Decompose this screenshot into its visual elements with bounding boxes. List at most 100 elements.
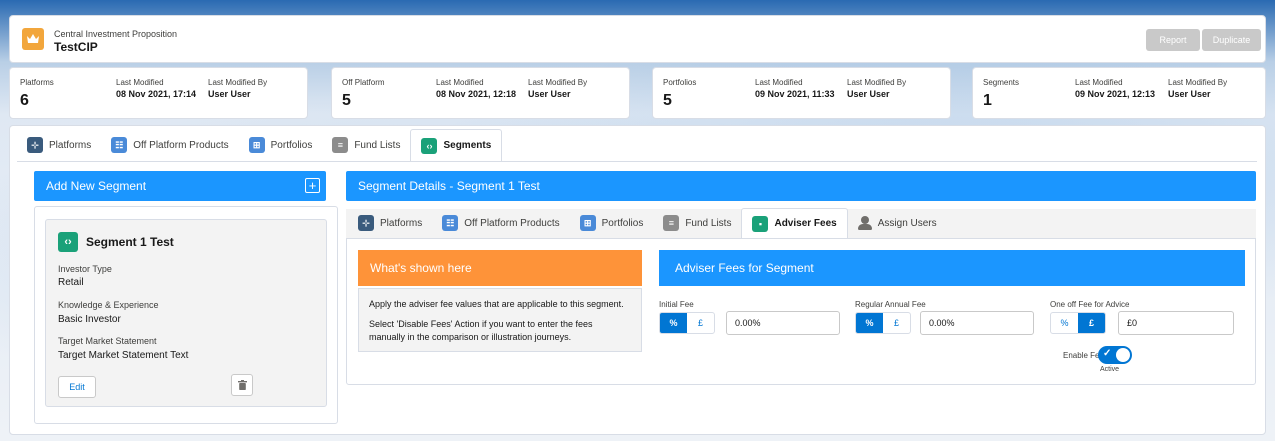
- check-icon: ✓: [1103, 348, 1112, 359]
- inner-tabbar: ⊹ Platforms ☷ Off Platform Products ⊞ Po…: [346, 208, 1256, 239]
- segment-name[interactable]: Segment 1 Test: [86, 235, 174, 249]
- inner-tab-platforms[interactable]: ⊹ Platforms: [346, 208, 432, 238]
- report-button[interactable]: Report: [1146, 29, 1200, 51]
- modified-value: 09 Nov 2021, 12:13: [1075, 89, 1156, 99]
- delete-button[interactable]: [231, 374, 253, 396]
- investor-type-label: Investor Type: [58, 264, 112, 274]
- toggle-knob: [1116, 348, 1130, 362]
- record-type: Central Investment Proposition: [54, 29, 178, 39]
- record-header: Central Investment Proposition TestCIP R…: [9, 15, 1266, 63]
- tab-fund-lists[interactable]: ≡ Fund Lists: [322, 129, 410, 161]
- edit-button[interactable]: Edit: [58, 376, 96, 398]
- platform-icon: ⊹: [27, 137, 43, 153]
- inner-tab-assign-users[interactable]: Assign Users: [848, 208, 947, 238]
- knowledge-label: Knowledge & Experience: [58, 300, 159, 310]
- modified-by-value: User User: [1168, 89, 1211, 99]
- fees-header: Adviser Fees for Segment: [659, 250, 1245, 286]
- stat-label: Segments: [983, 78, 1020, 87]
- investor-type-value: Retail: [58, 277, 84, 288]
- tab-segments[interactable]: ‹› Segments: [410, 129, 503, 161]
- percent-option[interactable]: %: [1051, 313, 1078, 333]
- stat-card-off-platform: Off Platform 5 Last Modified 08 Nov 2021…: [331, 67, 630, 119]
- list-icon: ≡: [663, 215, 680, 231]
- initial-fee-label: Initial Fee: [659, 300, 694, 309]
- info-body: Apply the adviser fee values that are ap…: [358, 288, 642, 352]
- modified-by-label: Last Modified By: [1168, 78, 1228, 87]
- crown-icon: [22, 28, 44, 50]
- tab-label: Off Platform Products: [464, 217, 560, 229]
- user-icon: [857, 216, 872, 230]
- percent-option[interactable]: %: [660, 313, 687, 333]
- inner-tab-adviser-fees[interactable]: ▪ Adviser Fees: [741, 208, 848, 238]
- modified-value: 08 Nov 2021, 17:14: [116, 89, 197, 99]
- modified-label: Last Modified: [116, 78, 164, 87]
- list-icon: ≡: [332, 137, 349, 153]
- initial-fee-unit-toggle: % £: [659, 312, 715, 334]
- portfolio-icon: ⊞: [579, 215, 596, 231]
- record-title: TestCIP: [54, 40, 98, 54]
- regular-fee-unit-toggle: % £: [855, 312, 911, 334]
- info-text: Apply the adviser fee values that are ap…: [369, 299, 624, 309]
- stat-value: 5: [342, 92, 351, 109]
- add-segment-title: Add New Segment: [46, 179, 147, 193]
- pound-option[interactable]: £: [687, 313, 714, 333]
- inner-tab-portfolios[interactable]: ⊞ Portfolios: [570, 208, 654, 238]
- regular-fee-input[interactable]: 0.00%: [920, 311, 1034, 335]
- initial-fee-input[interactable]: 0.00%: [726, 311, 840, 335]
- stat-label: Platforms: [20, 78, 54, 87]
- info-header: What's shown here: [358, 250, 642, 286]
- tab-platforms[interactable]: ⊹ Platforms: [17, 129, 101, 161]
- stat-card-portfolios: Portfolios 5 Last Modified 09 Nov 2021, …: [652, 67, 951, 119]
- oneoff-fee-unit-toggle: % £: [1050, 312, 1106, 334]
- oneoff-fee-label: One off Fee for Advice: [1050, 300, 1130, 309]
- knowledge-value: Basic Investor: [58, 314, 121, 325]
- enable-fees-toggle[interactable]: ✓: [1098, 346, 1132, 364]
- stat-card-platforms: Platforms 6 Last Modified 08 Nov 2021, 1…: [9, 67, 308, 119]
- modified-by-label: Last Modified By: [528, 78, 588, 87]
- tab-label: Segments: [443, 140, 492, 151]
- stat-label: Off Platform: [342, 78, 385, 87]
- money-icon: ▪: [752, 215, 769, 232]
- stat-card-segments: Segments 1 Last Modified 09 Nov 2021, 12…: [972, 67, 1266, 119]
- tab-label: Fund Lists: [685, 217, 732, 229]
- add-segment-bar: Add New Segment +: [34, 171, 326, 201]
- modified-by-value: User User: [847, 89, 890, 99]
- inner-tab-off-platform-products[interactable]: ☷ Off Platform Products: [432, 208, 569, 238]
- tab-portfolios[interactable]: ⊞ Portfolios: [239, 129, 323, 161]
- modified-label: Last Modified: [1075, 78, 1123, 87]
- tab-label: Portfolios: [601, 217, 644, 229]
- tab-label: Adviser Fees: [774, 218, 837, 229]
- arrows-icon: ‹›: [421, 137, 438, 154]
- stat-value: 5: [663, 92, 672, 109]
- stat-label: Portfolios: [663, 78, 697, 87]
- modified-label: Last Modified: [436, 78, 484, 87]
- tab-off-platform-products[interactable]: ☷ Off Platform Products: [101, 129, 238, 161]
- modified-value: 09 Nov 2021, 11:33: [755, 89, 835, 99]
- portfolio-icon: ⊞: [248, 137, 265, 153]
- tms-value: Target Market Statement Text: [58, 350, 189, 361]
- plus-icon[interactable]: +: [305, 178, 320, 193]
- pound-option[interactable]: £: [1078, 313, 1105, 333]
- modified-by-label: Last Modified By: [847, 78, 907, 87]
- table-icon: ☷: [111, 137, 128, 153]
- stat-value: 6: [20, 92, 29, 109]
- percent-option[interactable]: %: [856, 313, 883, 333]
- regular-fee-label: Regular Annual Fee: [855, 300, 926, 309]
- tms-label: Target Market Statement: [58, 336, 157, 346]
- modified-by-label: Last Modified By: [208, 78, 268, 87]
- inner-tab-fund-lists[interactable]: ≡ Fund Lists: [653, 208, 741, 238]
- table-icon: ☷: [442, 215, 459, 231]
- info-text: Select 'Disable Fees' Action if you want…: [369, 318, 593, 343]
- modified-value: 08 Nov 2021, 12:18: [436, 89, 517, 99]
- toggle-status: Active: [1100, 366, 1120, 373]
- pound-option[interactable]: £: [883, 313, 910, 333]
- tab-label: Fund Lists: [354, 139, 401, 151]
- segment-details-title: Segment Details - Segment 1 Test: [358, 179, 540, 193]
- tab-label: Portfolios: [270, 139, 313, 151]
- modified-label: Last Modified: [755, 78, 803, 87]
- trash-icon: [237, 380, 247, 390]
- duplicate-button[interactable]: Duplicate: [1202, 29, 1261, 51]
- oneoff-fee-input[interactable]: £0: [1118, 311, 1234, 335]
- stat-value: 1: [983, 92, 992, 109]
- tab-label: Platforms: [380, 217, 423, 229]
